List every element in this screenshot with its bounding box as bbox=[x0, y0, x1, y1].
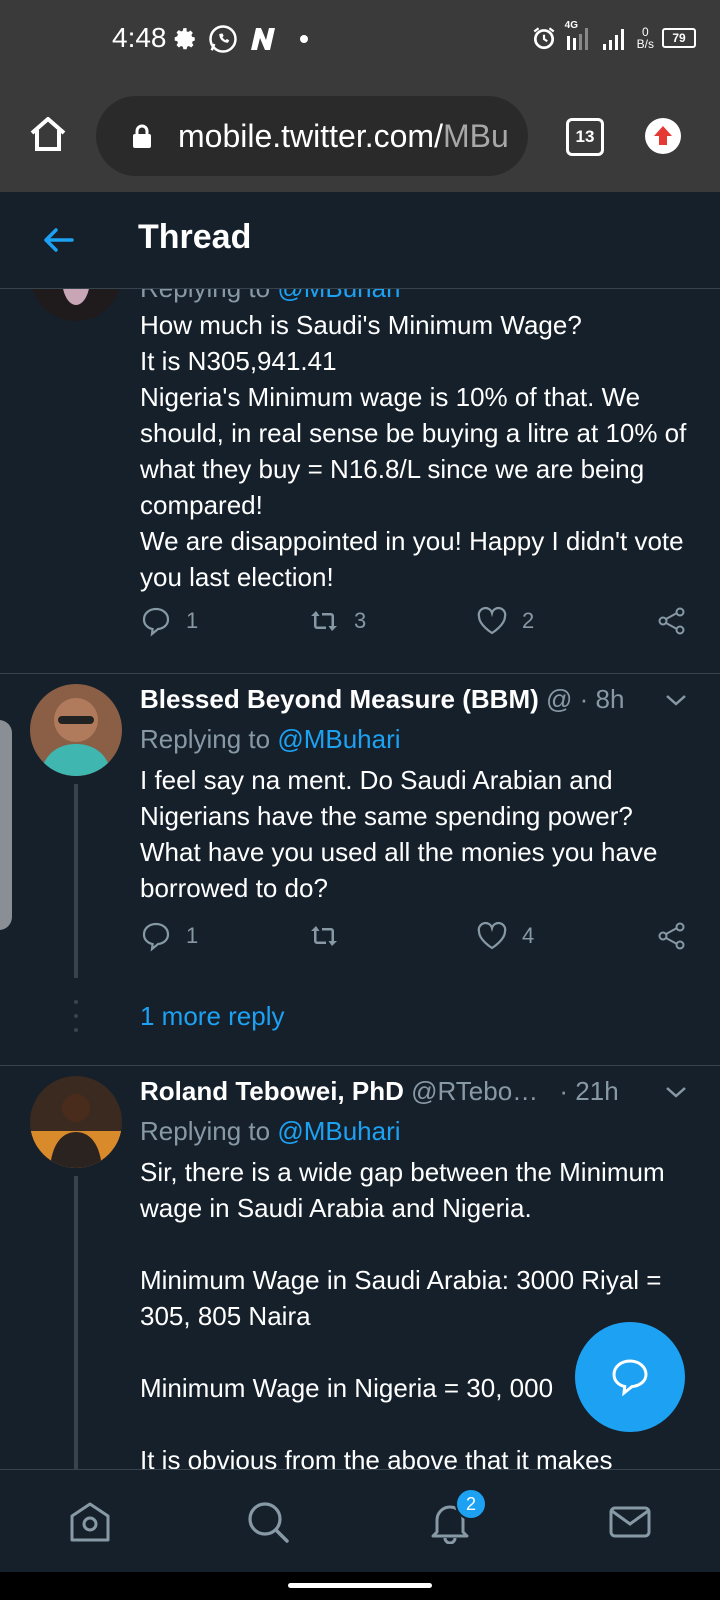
tweet-time: · 21h bbox=[559, 1076, 619, 1106]
thread-line bbox=[74, 1176, 78, 1469]
app-bar: Thread bbox=[0, 192, 720, 289]
status-time: 4:48 bbox=[112, 22, 167, 53]
settings-gear-icon bbox=[174, 28, 195, 50]
tweet-text: I feel say na ment. Do Saudi Arabian and… bbox=[140, 765, 658, 903]
retweet-button[interactable] bbox=[308, 920, 354, 952]
author-handle[interactable]: @RTebo… bbox=[411, 1076, 538, 1106]
alarm-icon bbox=[533, 27, 555, 50]
browser-toolbar: mobile.twitter.com/MBu 13 bbox=[0, 80, 720, 192]
url-text[interactable]: mobile.twitter.com/MBu bbox=[178, 118, 508, 155]
reply-count: 1 bbox=[186, 923, 199, 948]
author-handle[interactable]: @ bbox=[546, 684, 572, 714]
page-title: Thread bbox=[138, 218, 252, 256]
gesture-bar-area bbox=[0, 1571, 720, 1600]
messages-mail-icon[interactable] bbox=[608, 1500, 652, 1544]
reply-count: 1 bbox=[186, 608, 199, 633]
status-bar: 4:48 4G 0 B/s 79 bbox=[0, 0, 720, 80]
retweet-icon bbox=[311, 926, 337, 946]
heart-icon bbox=[477, 606, 507, 635]
notifications-badge: 2 bbox=[455, 1488, 487, 1520]
mention-link[interactable]: @MBuhari bbox=[277, 289, 400, 303]
like-count: 4 bbox=[522, 923, 535, 948]
avatar[interactable] bbox=[30, 1076, 122, 1168]
signal-4g-icon: 4G bbox=[565, 20, 593, 52]
tab-count-button[interactable]: 13 bbox=[566, 118, 604, 156]
reply-button[interactable]: 1 bbox=[140, 605, 198, 637]
author-name[interactable]: Roland Tebowei, PhD bbox=[140, 1076, 404, 1106]
like-count: 2 bbox=[522, 608, 535, 633]
share-icon bbox=[658, 607, 685, 635]
network-speed: 0 B/s bbox=[636, 25, 654, 51]
share-button[interactable] bbox=[656, 605, 688, 637]
chevron-down-icon[interactable] bbox=[664, 692, 688, 708]
back-arrow-icon[interactable] bbox=[40, 222, 76, 258]
reply-icon bbox=[142, 607, 170, 637]
search-nav-icon[interactable] bbox=[246, 1500, 290, 1544]
replying-to: Replying to @MBuhari bbox=[140, 1116, 401, 1146]
tweet-actions: 1 3 2 bbox=[140, 605, 696, 645]
retweet-icon bbox=[311, 611, 337, 631]
retweet-count: 3 bbox=[354, 608, 367, 633]
compose-reply-icon bbox=[612, 1359, 648, 1397]
lock-icon bbox=[133, 124, 151, 148]
retweet-button[interactable]: 3 bbox=[308, 605, 366, 637]
edge-panel-handle[interactable] bbox=[0, 720, 12, 930]
home-gesture-bar[interactable] bbox=[288, 1583, 432, 1588]
tweet[interactable]: Blessed Beyond Measure (BBM) @ · 8h Repl… bbox=[0, 674, 720, 1058]
tweet[interactable]: Replying to @MBuhari How much is Saudi's… bbox=[0, 289, 720, 673]
replying-to: Replying to @MBuhari bbox=[140, 724, 401, 754]
tweet-time: · 8h bbox=[579, 684, 625, 714]
address-bar[interactable]: mobile.twitter.com/MBu bbox=[96, 96, 528, 176]
update-arrow-icon[interactable] bbox=[645, 118, 681, 154]
more-replies-link[interactable]: 1 more reply bbox=[140, 1001, 285, 1032]
like-button[interactable]: 2 bbox=[476, 605, 534, 637]
replying-to: Replying to @MBuhari bbox=[140, 289, 401, 304]
tweet-actions: 1 4 bbox=[140, 920, 696, 960]
mention-link[interactable]: @MBuhari bbox=[277, 724, 400, 754]
tweet-header: Blessed Beyond Measure (BBM) @ · 8h bbox=[140, 684, 624, 715]
avatar[interactable] bbox=[30, 684, 122, 776]
notification-dot-icon bbox=[300, 35, 308, 43]
home-nav-icon[interactable] bbox=[68, 1500, 112, 1544]
mention-link[interactable]: @MBuhari bbox=[277, 1116, 400, 1146]
whatsapp-icon bbox=[209, 25, 237, 53]
heart-icon bbox=[477, 921, 507, 950]
signal-bars-icon bbox=[602, 29, 624, 50]
reply-icon bbox=[142, 922, 170, 952]
tweet-header: Roland Tebowei, PhD @RTebo… · 21h bbox=[140, 1076, 619, 1107]
thread-line bbox=[74, 784, 78, 978]
author-name[interactable]: Blessed Beyond Measure (BBM) bbox=[140, 684, 539, 714]
battery-icon: 79 bbox=[662, 28, 696, 48]
tweet-text: How much is Saudi's Minimum Wage? It is … bbox=[140, 310, 687, 592]
compose-reply-button[interactable] bbox=[575, 1322, 685, 1432]
avatar[interactable] bbox=[30, 289, 122, 321]
share-button[interactable] bbox=[656, 920, 688, 952]
home-icon[interactable] bbox=[28, 114, 68, 154]
like-button[interactable]: 4 bbox=[476, 920, 534, 952]
bottom-navigation: 2 bbox=[0, 1469, 720, 1572]
thread-feed: Replying to @MBuhari How much is Saudi's… bbox=[0, 289, 720, 1469]
share-icon bbox=[658, 922, 685, 950]
reply-button[interactable]: 1 bbox=[140, 920, 198, 952]
chevron-down-icon[interactable] bbox=[664, 1084, 688, 1100]
n-app-icon bbox=[251, 28, 275, 50]
more-replies-dots-icon bbox=[74, 1000, 78, 1032]
